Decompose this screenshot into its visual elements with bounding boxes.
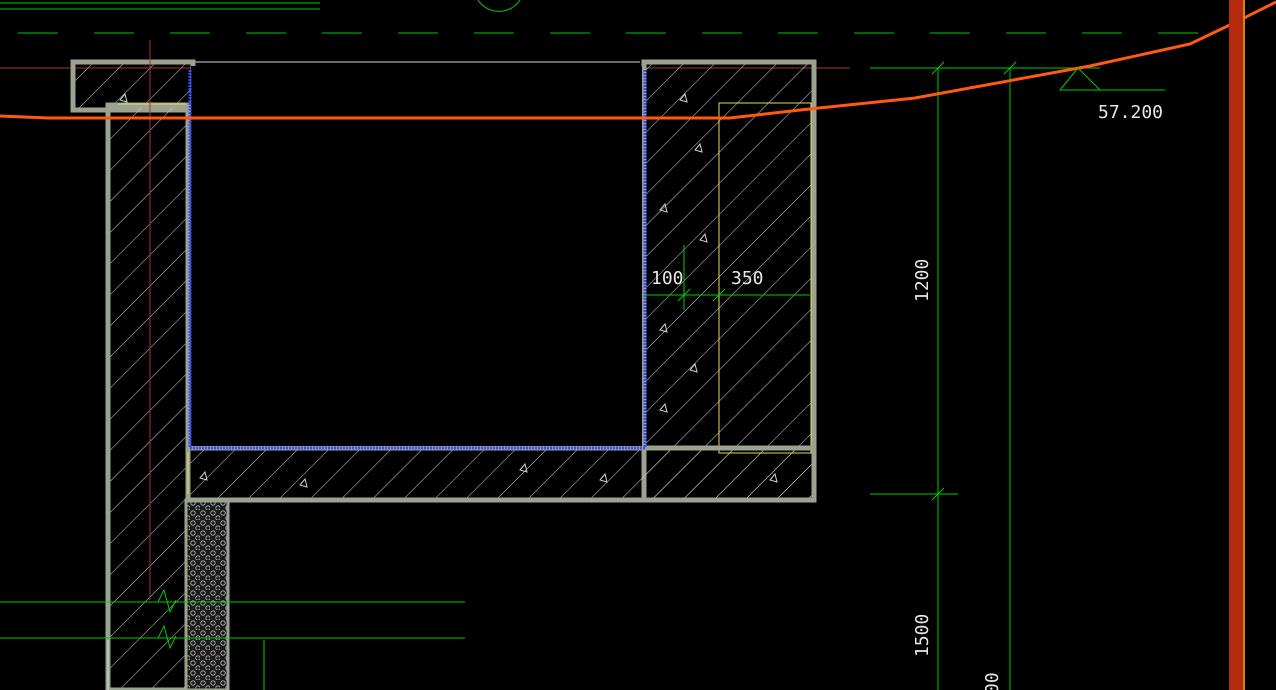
dim-height-upper: 1200 — [912, 259, 933, 302]
dim-height-cut: 00 — [982, 672, 1003, 690]
dim-height-lower: 1500 — [912, 614, 933, 657]
foundation-lines — [0, 588, 465, 690]
vertical-dimensions — [870, 61, 1100, 690]
channel-interior — [191, 66, 642, 446]
top-reference-lines — [0, 0, 1230, 69]
grid-bubble-arc — [477, 0, 521, 12]
structural-column — [1229, 0, 1245, 690]
elevation-label: 57.200 — [1098, 102, 1163, 123]
elevation-marker: 57.200 — [1058, 67, 1165, 123]
dim-inner-thickness: 100 — [651, 268, 684, 289]
cad-drawing: 57.200 100 350 1200 1500 00 — [0, 0, 1276, 690]
insulation-fill — [184, 498, 230, 690]
dim-outer-thickness: 350 — [731, 268, 764, 289]
bottom-slab — [185, 445, 817, 503]
